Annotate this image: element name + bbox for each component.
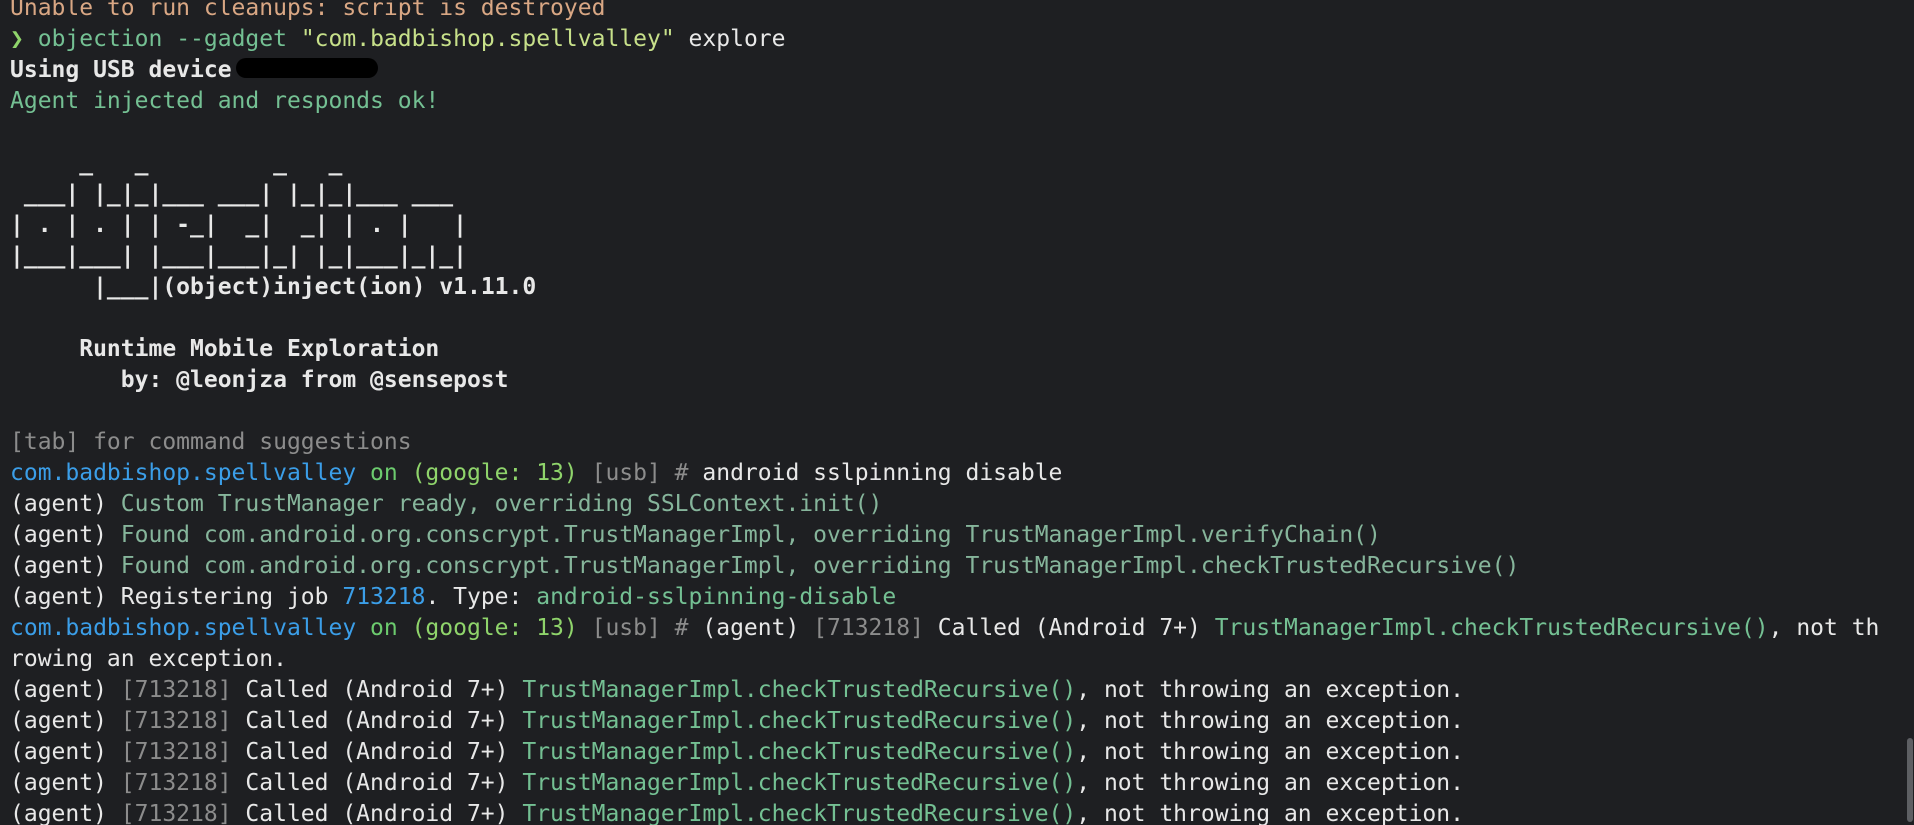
sslpinning-command-line: com.badbishop.spellvalley on (google: 13… xyxy=(10,460,1063,486)
banner-version-line: |___|(object)inject(ion) v1.11.0 xyxy=(10,274,537,300)
wrapped-line-continuation: rowing an exception. xyxy=(10,646,287,672)
agent-custom-trustmanager-line: (agent) Custom TrustManager ready, overr… xyxy=(10,491,883,517)
terminal-output: Unable to run cleanups: script is destro… xyxy=(10,0,1879,825)
terminal-window[interactable]: Unable to run cleanups: script is destro… xyxy=(0,0,1914,825)
agent-called-line: (agent) [713218] Called (Android 7+) Tru… xyxy=(10,739,1464,765)
redacted-device-name xyxy=(235,57,378,78)
banner-line-4: |___|___| |___|___|_| |_|___|_|_| xyxy=(10,243,467,269)
agent-called-line: (agent) [713218] Called (Android 7+) Tru… xyxy=(10,677,1464,703)
tab-hint-line: [tab] for command suggestions xyxy=(10,429,412,455)
agent-found-verifychain-line: (agent) Found com.android.org.conscrypt.… xyxy=(10,522,1381,548)
prompt-with-agent-output-line: com.badbishop.spellvalley on (google: 13… xyxy=(10,615,1880,641)
agent-register-job-line: (agent) Registering job 713218. Type: an… xyxy=(10,584,897,610)
agent-ok-line: Agent injected and responds ok! xyxy=(10,88,440,114)
banner-line-3: | . | . | | -_| _| _| | . | | xyxy=(10,212,467,238)
agent-called-line: (agent) [713218] Called (Android 7+) Tru… xyxy=(10,708,1464,734)
usb-device-line: Using USB device xyxy=(10,55,1879,86)
scrollbar-thumb[interactable] xyxy=(1907,738,1913,822)
runtime-title-line: Runtime Mobile Exploration xyxy=(10,336,440,362)
agent-called-line: (agent) [713218] Called (Android 7+) Tru… xyxy=(10,770,1464,796)
banner-line-1: _ _ _ _ xyxy=(10,150,343,176)
cleanup-error-line: Unable to run cleanups: script is destro… xyxy=(10,0,606,21)
prompt-arrow-icon: ❯ xyxy=(10,26,24,52)
agent-called-line: (agent) [713218] Called (Android 7+) Tru… xyxy=(10,801,1464,825)
objection-command-line: ❯ objection --gadget "com.badbishop.spel… xyxy=(10,26,786,52)
byline: by: @leonjza from @sensepost xyxy=(10,367,509,393)
scrollbar[interactable] xyxy=(1906,0,1914,825)
banner-line-2: ___| |_|_|___ ___| |_|_|___ ___ xyxy=(10,181,454,207)
agent-found-checktrusted-line: (agent) Found com.android.org.conscrypt.… xyxy=(10,553,1520,579)
